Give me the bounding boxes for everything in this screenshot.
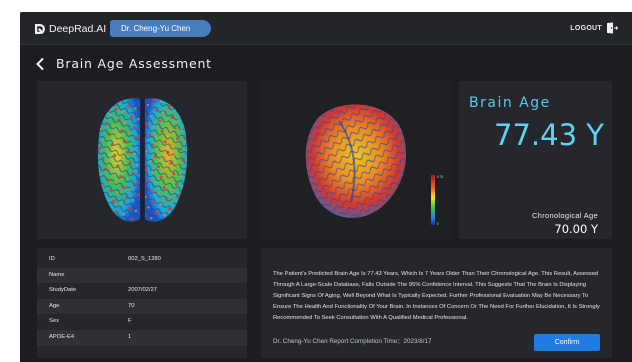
logout-button[interactable]: LOGOUT bbox=[570, 22, 618, 34]
info-key: Age bbox=[49, 302, 60, 309]
report-footer: Dr. Cheng-Yu Chen Report Completion Time… bbox=[273, 338, 432, 345]
page-header: Brain Age Assessment bbox=[34, 56, 212, 71]
table-row: StudyDate 2007/02/27 bbox=[37, 283, 247, 299]
page-title: Brain Age Assessment bbox=[56, 56, 212, 71]
info-key: ID bbox=[49, 256, 55, 262]
info-value: 002_S_1280 bbox=[128, 256, 161, 262]
info-key: Name bbox=[49, 271, 65, 278]
patient-info-table: ID 002_S_1280 Name StudyDate 2007/02/27 … bbox=[37, 248, 247, 358]
info-key: Sex bbox=[49, 318, 59, 325]
brain-top-view-image bbox=[97, 98, 188, 222]
top-bar: DeepRad.AI Dr. Cheng-Yu Chen LOGOUT bbox=[20, 12, 632, 45]
report-text: The Patient's Predicted Brain Age Is 77.… bbox=[273, 271, 600, 321]
chronological-age-value: 70.00 Y bbox=[554, 222, 598, 236]
table-row: Sex F bbox=[37, 314, 247, 330]
table-row: Age 70 bbox=[37, 298, 247, 315]
logout-label: LOGOUT bbox=[570, 24, 602, 32]
report-panel: The Patient's Predicted Brain Age Is 77.… bbox=[261, 248, 612, 358]
brain-age-value: 77.43 Y bbox=[494, 118, 604, 152]
app-window: DeepRad.AI Dr. Cheng-Yu Chen LOGOUT Brai… bbox=[20, 12, 632, 362]
deeprad-logo-icon bbox=[35, 24, 45, 34]
brain-oblique-view-image: 0.75 0 bbox=[305, 104, 443, 226]
info-value: F bbox=[128, 318, 132, 325]
table-row: Name bbox=[37, 267, 247, 284]
info-value: 70 bbox=[128, 302, 135, 309]
chevron-left-icon[interactable] bbox=[34, 57, 46, 71]
brain-age-title: Brain Age bbox=[469, 95, 551, 111]
chronological-age-label: Chronological Age bbox=[532, 211, 598, 220]
brain-top-view-panel bbox=[37, 81, 247, 239]
table-row: ID 002_S_1280 bbox=[37, 252, 247, 268]
colorbar bbox=[431, 175, 435, 225]
logo[interactable]: DeepRad.AI bbox=[34, 21, 106, 37]
info-value: 1 bbox=[128, 334, 132, 340]
user-badge[interactable]: Dr. Cheng-Yu Chen bbox=[110, 20, 211, 37]
info-value: 2007/02/27 bbox=[128, 287, 158, 294]
brand-name: DeepRad.AI bbox=[49, 23, 107, 35]
brain-age-panel: Brain Age 77.43 Y Chronological Age 70.0… bbox=[459, 81, 612, 239]
colorbar-min-label: 0 bbox=[437, 222, 439, 226]
colorbar-max-label: 0.75 bbox=[437, 175, 443, 179]
table-row: APOE-E4 1 bbox=[37, 330, 247, 346]
info-key: StudyDate bbox=[49, 287, 77, 294]
brain-oblique-view-panel: 0.75 0 bbox=[261, 81, 453, 239]
info-key: APOE-E4 bbox=[49, 334, 75, 340]
logout-door-icon bbox=[607, 22, 618, 34]
confirm-button[interactable]: Confirm bbox=[534, 334, 600, 351]
